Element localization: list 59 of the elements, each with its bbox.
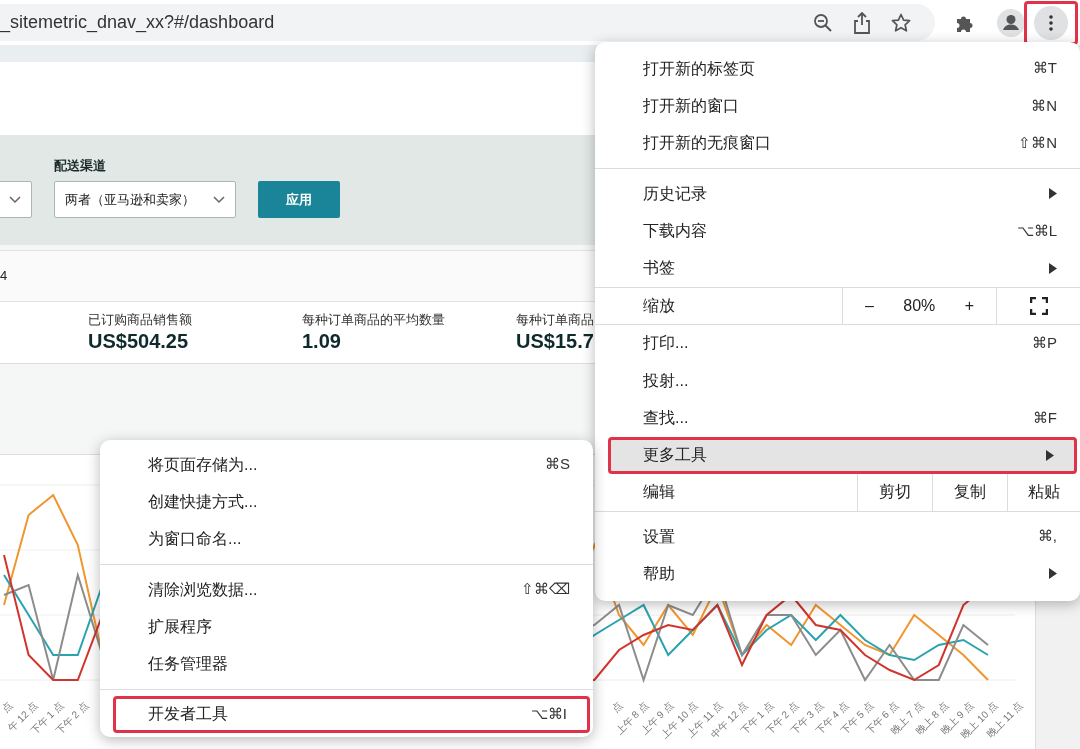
menu-item[interactable]: 打印... ⌘P — [595, 324, 1080, 363]
menu-item[interactable]: 打开新的无痕窗口 ⇧⌘N — [595, 124, 1080, 162]
zoom-level-text: 80% — [903, 295, 936, 316]
cut-button[interactable]: 剪切 — [857, 473, 932, 511]
metric-label: 已订购商品销售额 — [88, 311, 192, 329]
axis-label: 点 — [609, 698, 626, 716]
dropdown-field[interactable]: 两者（亚马逊和卖家） — [54, 181, 236, 218]
menu-item[interactable]: 清除浏览数据... ⇧⌘⌫ — [100, 570, 593, 609]
menu-item[interactable]: 开发者工具 ⌥⌘I — [113, 695, 590, 734]
field-label: 配送渠道 — [54, 156, 107, 175]
metric-value: US$504.25 — [88, 329, 189, 352]
axis-label: 点 — [0, 698, 16, 716]
apply-button[interactable]: 应用 — [258, 181, 340, 218]
fullscreen-icon — [1029, 296, 1048, 315]
shortcut-label: ⌘N — [1031, 95, 1057, 116]
shortcut-label: ⌥⌘I — [530, 704, 567, 725]
copy-button[interactable]: 复制 — [932, 473, 1007, 511]
chevron-down-icon — [213, 195, 225, 204]
menu-item[interactable]: 设置 ⌘, — [595, 517, 1080, 556]
paste-button[interactable]: 粘贴 — [1007, 473, 1080, 511]
zoom-in-button[interactable]: + — [960, 293, 978, 318]
menu-item[interactable]: 为窗口命名... — [100, 520, 593, 558]
profile-avatar-icon[interactable] — [997, 8, 1025, 37]
menu-item[interactable]: 将页面存储为... ⌘S — [100, 446, 593, 484]
shortcut-label: ⌘P — [1032, 333, 1057, 354]
menu-item[interactable]: 更多工具 — [608, 436, 1077, 474]
menu-item[interactable]: 任务管理器 — [100, 645, 593, 683]
menu-item[interactable]: 历史记录 — [595, 174, 1080, 213]
chevron-down-icon — [9, 195, 21, 204]
url-text: _sitemetric_dnav_xx?#/dashboard — [0, 11, 276, 35]
more-vertical-icon — [1049, 14, 1053, 31]
shortcut-label: ⌘, — [1037, 526, 1057, 547]
menu-item[interactable]: 创建快捷方式... — [100, 483, 593, 521]
shortcut-label: ⌘F — [1032, 407, 1057, 428]
menu-label: 缩放 — [642, 295, 676, 316]
shortcut-label: ⇧⌘N — [1018, 133, 1057, 153]
menu-item[interactable]: 下载内容 ⌥⌘L — [595, 212, 1080, 250]
shortcut-label: ⇧⌘⌫ — [521, 579, 570, 600]
menu-item[interactable]: 帮助 — [595, 555, 1080, 593]
menu-item[interactable]: 投射... — [595, 362, 1080, 400]
menu-label: 编辑 — [642, 482, 676, 503]
metric-label: 每种订单商品 — [516, 311, 594, 329]
menu-item[interactable]: 打开新的窗口 ⌘N — [595, 87, 1080, 125]
shortcut-label: ⌘T — [1032, 58, 1057, 79]
metric-value: US$15.7 — [516, 329, 594, 352]
star-icon[interactable] — [891, 12, 911, 33]
shortcut-label: ⌘S — [545, 454, 570, 475]
metric-value: 1.09 — [302, 329, 341, 352]
metric-label: 每种订单商品的平均数量 — [302, 311, 445, 329]
menu-item[interactable]: 打开新的标签页 ⌘T — [595, 50, 1080, 88]
menu-item[interactable]: 查找... ⌘F — [595, 399, 1080, 437]
menu-item[interactable]: 书签 — [595, 249, 1080, 287]
zoom-out-button[interactable]: – — [861, 293, 878, 318]
share-icon[interactable] — [853, 11, 871, 34]
menu-button[interactable] — [1034, 5, 1068, 40]
menu-item[interactable]: 扩展程序 — [100, 608, 593, 646]
shortcut-label: ⌥⌘L — [1016, 220, 1057, 241]
date-text: 4 — [0, 267, 8, 286]
zoom-out-icon[interactable] — [813, 12, 833, 33]
